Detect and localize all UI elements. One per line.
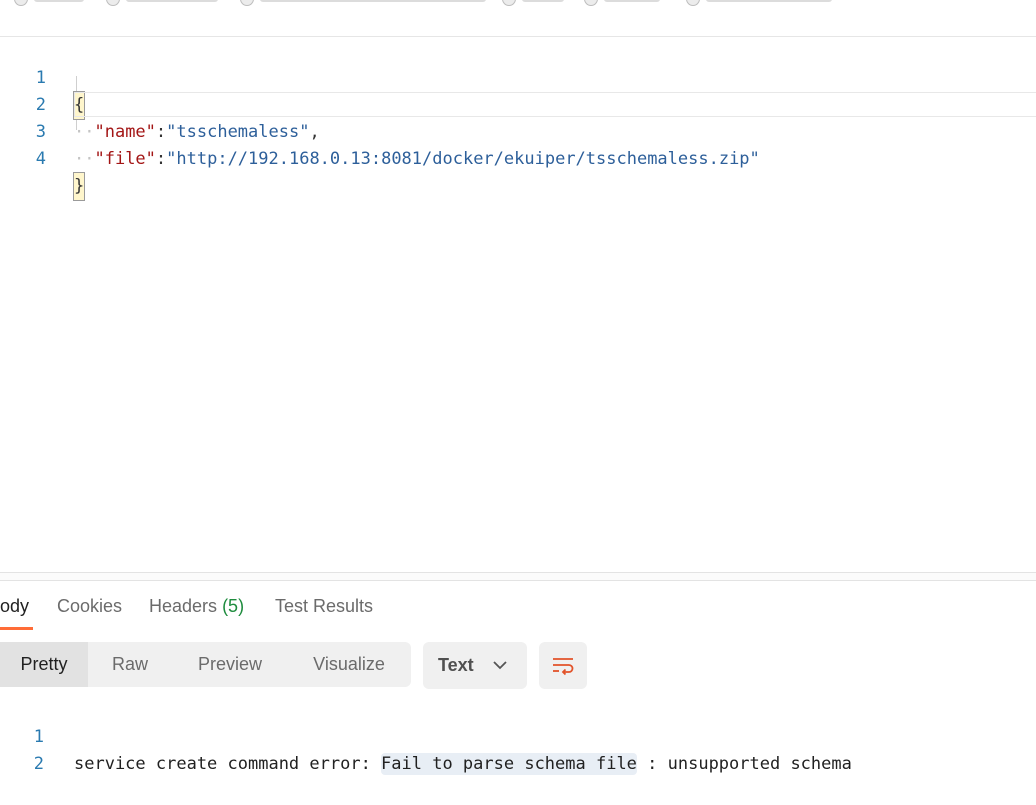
line-number: 4 xyxy=(35,149,46,169)
response-text: service create command error: xyxy=(74,754,382,774)
radio-button[interactable] xyxy=(106,0,120,6)
editor-line: 1 { xyxy=(0,38,1036,120)
radio-button[interactable] xyxy=(14,0,28,6)
tab-cookies[interactable]: Cookies xyxy=(57,596,122,617)
radio-label xyxy=(260,0,486,2)
json-value: "http://192.168.0.13:8081/docker/ekuiper… xyxy=(166,149,760,169)
indent-whitespace: ·· xyxy=(74,149,95,169)
editor-line: 3 ··"file":"http://192.168.0.13:8081/doc… xyxy=(0,92,1036,169)
radio-label xyxy=(706,0,832,2)
view-mode-group: Pretty Raw Preview Visualize xyxy=(0,642,411,687)
format-select[interactable]: Text xyxy=(423,642,527,689)
response-text: : unsupported schema xyxy=(636,754,852,774)
radio-label xyxy=(34,0,84,2)
radio-button[interactable] xyxy=(686,0,700,6)
editor-line: 2 ··"name":"tsschemaless", xyxy=(0,65,1036,142)
line-number: 2 xyxy=(33,754,44,774)
tab-test-results[interactable]: Test Results xyxy=(275,596,373,617)
view-preview-button[interactable]: Preview xyxy=(186,642,274,687)
response-line: 1 service create command error: Fail to … xyxy=(0,697,1036,775)
request-body-editor[interactable]: 1 { 2 ··"name":"tsschemaless", 3 ··"file… xyxy=(0,37,1036,572)
response-tabs: ody Cookies Headers (5) Test Results xyxy=(0,582,1036,630)
view-pretty-button[interactable]: Pretty xyxy=(0,642,88,687)
view-visualize-button[interactable]: Visualize xyxy=(300,642,398,687)
view-raw-button[interactable]: Raw xyxy=(94,642,166,687)
format-select-value: Text xyxy=(438,655,474,675)
wrap-lines-button[interactable] xyxy=(539,642,587,689)
wrap-lines-icon xyxy=(553,658,574,676)
chevron-down-icon xyxy=(493,661,507,670)
radio-label xyxy=(126,0,218,2)
active-tab-indicator xyxy=(0,627,33,630)
radio-button[interactable] xyxy=(502,0,516,6)
radio-label xyxy=(604,0,660,2)
json-colon: : xyxy=(155,149,167,169)
radio-label xyxy=(522,0,564,2)
json-key: "file" xyxy=(94,149,156,169)
tab-headers-label: Headers xyxy=(149,596,218,616)
body-type-radio-strip xyxy=(0,0,1036,37)
response-line: 2 xyxy=(0,724,1036,774)
tab-headers[interactable]: Headers (5) xyxy=(149,596,244,617)
highlighted-match: Fail to parse schema file xyxy=(381,753,637,775)
pane-resize-handle[interactable] xyxy=(0,572,1036,581)
radio-button[interactable] xyxy=(240,0,254,6)
radio-button[interactable] xyxy=(584,0,598,6)
headers-count-badge: (5) xyxy=(222,596,245,616)
tab-body[interactable]: ody xyxy=(0,596,29,617)
close-brace: } xyxy=(72,172,86,201)
editor-line: 4 } xyxy=(0,119,1036,201)
